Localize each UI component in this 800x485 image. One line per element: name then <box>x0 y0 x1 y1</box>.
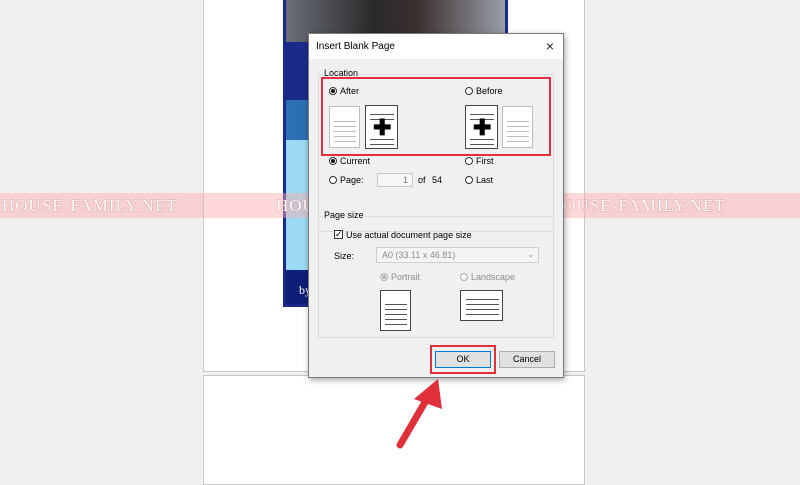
plus-icon: ✚ <box>373 115 392 140</box>
current-radio[interactable] <box>329 157 337 165</box>
plus-icon: ✚ <box>473 115 492 140</box>
red-arrow-icon <box>396 379 442 449</box>
portrait-radio[interactable] <box>380 273 388 281</box>
first-label: First <box>476 156 494 166</box>
before-radio[interactable] <box>465 87 473 95</box>
blank-page-icon <box>329 106 360 148</box>
of-label: of <box>418 175 426 185</box>
cancel-label: Cancel <box>512 354 541 364</box>
dropdown-arrow-icon: ⌄ <box>527 250 534 259</box>
watermark-text: HOUSE-FAMILY.NET <box>2 196 178 215</box>
last-radio[interactable] <box>465 176 473 184</box>
after-radio[interactable] <box>329 87 337 95</box>
cover-decoration <box>286 100 308 140</box>
landscape-label: Landscape <box>471 272 516 282</box>
watermark-text: HOUSE-FAMILY.NET <box>550 196 726 215</box>
new-page-after-icon: ✚ <box>365 105 398 149</box>
ok-button[interactable]: OK <box>435 351 491 368</box>
dialog-titlebar: Insert Blank Page × <box>309 34 563 59</box>
before-label: Before <box>476 86 503 96</box>
page-number-value: 1 <box>402 175 408 185</box>
last-label: Last <box>476 175 494 185</box>
page-label: Page: <box>340 175 364 185</box>
current-label: Current <box>340 156 371 166</box>
landscape-radio[interactable] <box>460 273 468 281</box>
insert-blank-page-dialog: Insert Blank Page × Location After ✚ Bef… <box>308 33 564 378</box>
size-value: A0 (33.11 x 46.81) <box>382 250 456 260</box>
total-pages: 54 <box>432 175 443 185</box>
use-actual-size-label: Use actual document page size <box>346 230 472 240</box>
page-number-input[interactable]: 1 <box>377 173 413 187</box>
landscape-page-icon <box>460 290 503 321</box>
close-button[interactable]: × <box>539 36 561 56</box>
after-label: After <box>340 86 360 96</box>
cancel-button[interactable]: Cancel <box>499 351 555 368</box>
new-page-before-icon: ✚ <box>465 105 498 149</box>
size-dropdown[interactable]: A0 (33.11 x 46.81) ⌄ <box>376 247 539 263</box>
ok-label: OK <box>456 354 470 364</box>
page-size-legend: Page size <box>323 210 365 220</box>
first-radio[interactable] <box>465 157 473 165</box>
blank-page-icon <box>502 106 533 148</box>
use-actual-size-checkbox[interactable]: ✓ <box>334 230 343 239</box>
portrait-page-icon <box>380 290 411 331</box>
page-radio[interactable] <box>329 176 337 184</box>
checkmark-icon: ✓ <box>335 229 343 239</box>
portrait-label: Portrait <box>391 272 421 282</box>
dialog-title: Insert Blank Page <box>316 41 395 52</box>
close-icon: × <box>545 38 555 54</box>
size-label: Size: <box>334 251 355 261</box>
